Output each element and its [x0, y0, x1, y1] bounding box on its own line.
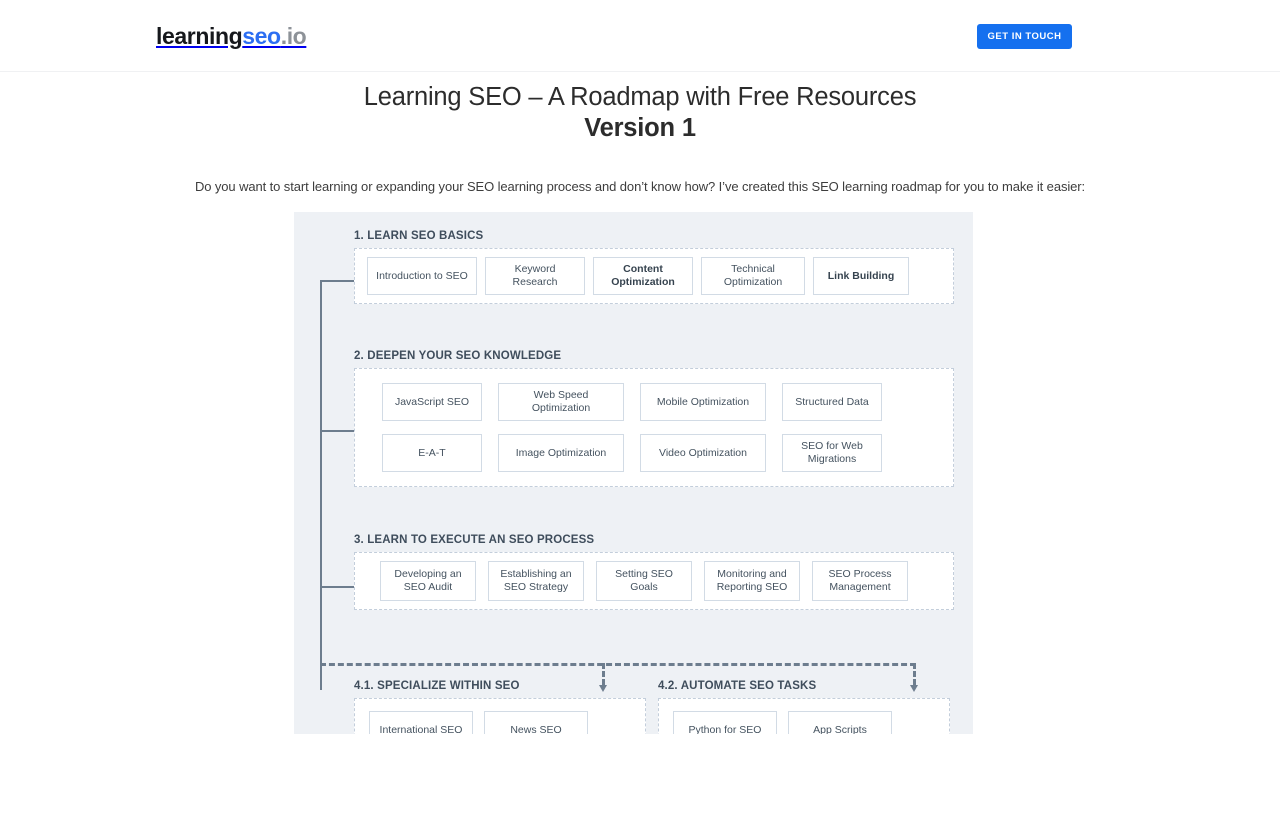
node-link-building[interactable]: Link Building [813, 257, 909, 295]
connector-dashed-rail [320, 663, 916, 666]
section-4-1-body: International SEO News SEO [354, 698, 646, 734]
section-4-2-title: 4.2. AUTOMATE SEO TASKS [658, 680, 817, 692]
roadmap-section-1: 1. LEARN SEO BASICS Introduction to SEO … [354, 230, 954, 304]
site-logo[interactable]: learningseo.io [156, 23, 307, 50]
footer-banner: Five Best Side Projects of the Day [0, 734, 1280, 833]
node-structured-data[interactable]: Structured Data [782, 383, 882, 421]
node-app-scripts[interactable]: App Scripts [788, 711, 892, 734]
node-keyword-research[interactable]: Keyword Research [485, 257, 585, 295]
node-seo-for-web-migrations[interactable]: SEO for Web Migrations [782, 434, 882, 472]
node-javascript-seo[interactable]: JavaScript SEO [382, 383, 482, 421]
node-developing-an-seo-audit[interactable]: Developing an SEO Audit [380, 561, 476, 601]
roadmap-section-3: 3. LEARN TO EXECUTE AN SEO PROCESS Devel… [354, 534, 954, 610]
get-in-touch-button[interactable]: GET IN TOUCH [977, 24, 1072, 49]
logo-part-io: .io [280, 23, 307, 49]
node-establishing-an-seo-strategy[interactable]: Establishing an SEO Strategy [488, 561, 584, 601]
section-4-2-body: Python for SEO App Scripts [658, 698, 950, 734]
node-setting-seo-goals[interactable]: Setting SEO Goals [596, 561, 692, 601]
page-title-line1: Learning SEO – A Roadmap with Free Resou… [363, 83, 917, 111]
node-image-optimization[interactable]: Image Optimization [498, 434, 624, 472]
node-monitoring-and-reporting-seo[interactable]: Monitoring and Reporting SEO [704, 561, 800, 601]
node-web-speed-optimization[interactable]: Web Speed Optimization [498, 383, 624, 421]
section-1-title: 1. LEARN SEO BASICS [354, 230, 484, 242]
roadmap-section-2: 2. DEEPEN YOUR SEO KNOWLEDGE JavaScript … [354, 350, 954, 487]
section-2-title: 2. DEEPEN YOUR SEO KNOWLEDGE [354, 350, 562, 362]
section-3-body: Developing an SEO Audit Establishing an … [354, 552, 954, 610]
section-1-body: Introduction to SEO Keyword Research Con… [354, 248, 954, 304]
section-2-body: JavaScript SEO Web Speed Optimization Mo… [354, 368, 954, 487]
node-mobile-optimization[interactable]: Mobile Optimization [640, 383, 766, 421]
node-news-seo[interactable]: News SEO [484, 711, 588, 734]
page-title-line2: Version 1 [584, 114, 696, 142]
node-python-for-seo[interactable]: Python for SEO [673, 711, 777, 734]
intro-paragraph: Do you want to start learning or expandi… [194, 179, 1086, 194]
section-4-1-title: 4.1. SPECIALIZE WITHIN SEO [354, 680, 520, 692]
roadmap-section-4-1: 4.1. SPECIALIZE WITHIN SEO International… [354, 680, 646, 734]
roadmap-diagram: 1. LEARN SEO BASICS Introduction to SEO … [294, 212, 973, 734]
node-e-a-t[interactable]: E-A-T [382, 434, 482, 472]
page-title: Learning SEO – A Roadmap with Free Resou… [0, 82, 1280, 144]
node-international-seo[interactable]: International SEO [369, 711, 473, 734]
node-content-optimization[interactable]: Content Optimization [593, 257, 693, 295]
section-3-title: 3. LEARN TO EXECUTE AN SEO PROCESS [354, 534, 595, 546]
connector-trunk-line [320, 280, 322, 690]
roadmap-section-4-2: 4.2. AUTOMATE SEO TASKS Python for SEO A… [658, 680, 950, 734]
node-seo-process-management[interactable]: SEO Process Management [812, 561, 908, 601]
logo-part-learning: learning [156, 23, 243, 49]
node-video-optimization[interactable]: Video Optimization [640, 434, 766, 472]
site-header: learningseo.io GET IN TOUCH [0, 0, 1280, 72]
logo-part-seo: seo [242, 23, 281, 49]
connector-branch-1 [320, 280, 357, 282]
node-technical-optimization[interactable]: Technical Optimization [701, 257, 805, 295]
page-root: learningseo.io GET IN TOUCH Learning SEO… [0, 0, 1280, 833]
node-introduction-to-seo[interactable]: Introduction to SEO [367, 257, 477, 295]
